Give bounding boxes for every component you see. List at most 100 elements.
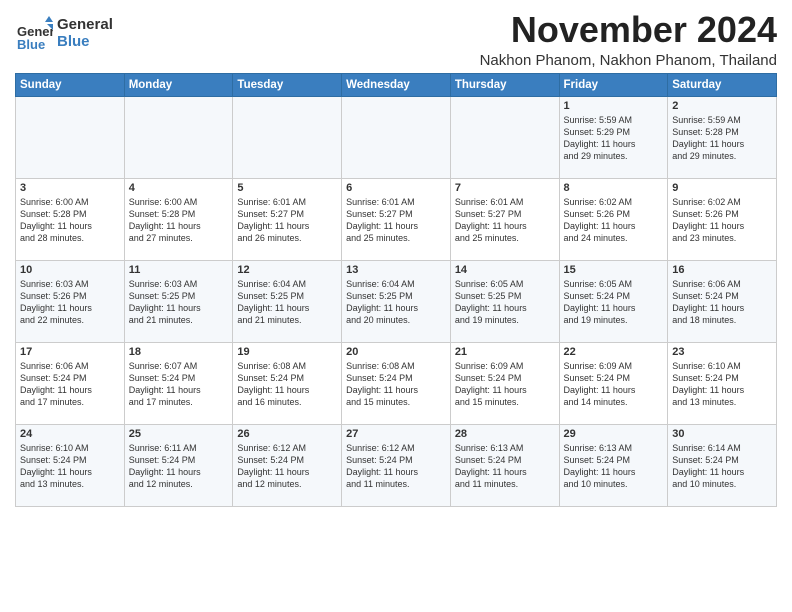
day-info: Sunrise: 6:10 AM Sunset: 5:24 PM Dayligh…: [20, 442, 120, 491]
calendar-cell: 2Sunrise: 5:59 AM Sunset: 5:28 PM Daylig…: [668, 96, 777, 178]
day-info: Sunrise: 6:12 AM Sunset: 5:24 PM Dayligh…: [346, 442, 446, 491]
day-info: Sunrise: 6:01 AM Sunset: 5:27 PM Dayligh…: [237, 196, 337, 245]
calendar-cell: 11 Sunrise: 6:03 AM Sunset: 5:25 PM Dayli…: [124, 260, 233, 342]
col-tuesday: Tuesday: [233, 73, 342, 96]
day-info: Sunrise: 6:02 AM Sunset: 5:26 PM Dayligh…: [564, 196, 664, 245]
day-number: 25: [129, 428, 229, 440]
day-number: 8: [564, 182, 664, 194]
month-title: November 2024: [480, 10, 777, 50]
calendar-cell: 24 Sunrise: 6:10 AM Sunset: 5:24 PM Dayli…: [16, 424, 125, 506]
col-sunday: Sunday: [16, 73, 125, 96]
week-row-1: 3Sunrise: 6:00 AM Sunset: 5:28 PM Daylig…: [16, 178, 777, 260]
calendar-cell: 8 Sunrise: 6:02 AM Sunset: 5:26 PM Daylig…: [559, 178, 668, 260]
day-info: Sunrise: 6:07 AM Sunset: 5:24 PM Dayligh…: [129, 360, 229, 409]
logo: General Blue General Blue: [15, 14, 113, 52]
week-row-0: 1Sunrise: 5:59 AM Sunset: 5:29 PM Daylig…: [16, 96, 777, 178]
calendar-cell: 3Sunrise: 6:00 AM Sunset: 5:28 PM Daylig…: [16, 178, 125, 260]
day-info: Sunrise: 6:08 AM Sunset: 5:24 PM Dayligh…: [346, 360, 446, 409]
day-info: Sunrise: 6:13 AM Sunset: 5:24 PM Dayligh…: [564, 442, 664, 491]
day-number: 30: [672, 428, 772, 440]
calendar-cell: 9 Sunrise: 6:02 AM Sunset: 5:26 PM Daylig…: [668, 178, 777, 260]
day-info: Sunrise: 6:00 AM Sunset: 5:28 PM Dayligh…: [20, 196, 120, 245]
day-info: Sunrise: 6:03 AM Sunset: 5:26 PM Dayligh…: [20, 278, 120, 327]
day-number: 5: [237, 182, 337, 194]
calendar-cell: 22 Sunrise: 6:09 AM Sunset: 5:24 PM Dayli…: [559, 342, 668, 424]
logo-icon: General Blue: [15, 14, 53, 52]
title-block: November 2024 Nakhon Phanom, Nakhon Phan…: [480, 10, 777, 69]
calendar-cell: 12Sunrise: 6:04 AM Sunset: 5:25 PM Dayli…: [233, 260, 342, 342]
day-info: Sunrise: 6:06 AM Sunset: 5:24 PM Dayligh…: [20, 360, 120, 409]
calendar-cell: 28Sunrise: 6:13 AM Sunset: 5:24 PM Dayli…: [450, 424, 559, 506]
day-info: Sunrise: 6:01 AM Sunset: 5:27 PM Dayligh…: [346, 196, 446, 245]
calendar-cell: 5 Sunrise: 6:01 AM Sunset: 5:27 PM Daylig…: [233, 178, 342, 260]
day-info: Sunrise: 6:04 AM Sunset: 5:25 PM Dayligh…: [237, 278, 337, 327]
day-number: 10: [20, 264, 120, 276]
day-number: 29: [564, 428, 664, 440]
day-info: Sunrise: 5:59 AM Sunset: 5:28 PM Dayligh…: [672, 114, 772, 163]
calendar-cell: 19Sunrise: 6:08 AM Sunset: 5:24 PM Dayli…: [233, 342, 342, 424]
day-info: Sunrise: 6:00 AM Sunset: 5:28 PM Dayligh…: [129, 196, 229, 245]
calendar-cell: 7 Sunrise: 6:01 AM Sunset: 5:27 PM Daylig…: [450, 178, 559, 260]
day-number: 27: [346, 428, 446, 440]
day-info: Sunrise: 6:06 AM Sunset: 5:24 PM Dayligh…: [672, 278, 772, 327]
logo-blue: Blue: [57, 33, 113, 50]
calendar-cell: 26 Sunrise: 6:12 AM Sunset: 5:24 PM Dayli…: [233, 424, 342, 506]
week-row-4: 24 Sunrise: 6:10 AM Sunset: 5:24 PM Dayli…: [16, 424, 777, 506]
col-friday: Friday: [559, 73, 668, 96]
day-number: 6: [346, 182, 446, 194]
calendar-cell: 20Sunrise: 6:08 AM Sunset: 5:24 PM Dayli…: [342, 342, 451, 424]
calendar-cell: 17 Sunrise: 6:06 AM Sunset: 5:24 PM Dayli…: [16, 342, 125, 424]
day-number: 14: [455, 264, 555, 276]
day-number: 15: [564, 264, 664, 276]
calendar-cell: 30Sunrise: 6:14 AM Sunset: 5:24 PM Dayli…: [668, 424, 777, 506]
day-info: Sunrise: 6:03 AM Sunset: 5:25 PM Dayligh…: [129, 278, 229, 327]
calendar-cell: 14Sunrise: 6:05 AM Sunset: 5:25 PM Dayli…: [450, 260, 559, 342]
day-info: Sunrise: 6:02 AM Sunset: 5:26 PM Dayligh…: [672, 196, 772, 245]
calendar-cell: [342, 96, 451, 178]
logo-general: General: [57, 16, 113, 33]
day-info: Sunrise: 6:05 AM Sunset: 5:24 PM Dayligh…: [564, 278, 664, 327]
day-number: 17: [20, 346, 120, 358]
header-row: Sunday Monday Tuesday Wednesday Thursday…: [16, 73, 777, 96]
day-number: 23: [672, 346, 772, 358]
calendar-cell: [233, 96, 342, 178]
day-info: Sunrise: 6:12 AM Sunset: 5:24 PM Dayligh…: [237, 442, 337, 491]
calendar-cell: 16Sunrise: 6:06 AM Sunset: 5:24 PM Dayli…: [668, 260, 777, 342]
day-number: 28: [455, 428, 555, 440]
subtitle: Nakhon Phanom, Nakhon Phanom, Thailand: [480, 52, 777, 69]
calendar-cell: 21Sunrise: 6:09 AM Sunset: 5:24 PM Dayli…: [450, 342, 559, 424]
calendar-cell: 10 Sunrise: 6:03 AM Sunset: 5:26 PM Dayli…: [16, 260, 125, 342]
day-info: Sunrise: 6:04 AM Sunset: 5:25 PM Dayligh…: [346, 278, 446, 327]
day-number: 19: [237, 346, 337, 358]
day-info: Sunrise: 6:10 AM Sunset: 5:24 PM Dayligh…: [672, 360, 772, 409]
calendar-cell: 6 Sunrise: 6:01 AM Sunset: 5:27 PM Daylig…: [342, 178, 451, 260]
day-number: 9: [672, 182, 772, 194]
day-info: Sunrise: 6:01 AM Sunset: 5:27 PM Dayligh…: [455, 196, 555, 245]
calendar-cell: 25 Sunrise: 6:11 AM Sunset: 5:24 PM Dayli…: [124, 424, 233, 506]
day-number: 1: [564, 100, 664, 112]
calendar-cell: [16, 96, 125, 178]
calendar-cell: 18Sunrise: 6:07 AM Sunset: 5:24 PM Dayli…: [124, 342, 233, 424]
day-number: 11: [129, 264, 229, 276]
page-container: General Blue General Blue November 2024 …: [0, 0, 792, 512]
col-monday: Monday: [124, 73, 233, 96]
day-info: Sunrise: 6:09 AM Sunset: 5:24 PM Dayligh…: [564, 360, 664, 409]
col-wednesday: Wednesday: [342, 73, 451, 96]
calendar-cell: [124, 96, 233, 178]
calendar-table: Sunday Monday Tuesday Wednesday Thursday…: [15, 73, 777, 507]
day-number: 21: [455, 346, 555, 358]
day-info: Sunrise: 6:11 AM Sunset: 5:24 PM Dayligh…: [129, 442, 229, 491]
header: General Blue General Blue November 2024 …: [15, 10, 777, 69]
calendar-cell: 27 Sunrise: 6:12 AM Sunset: 5:24 PM Dayli…: [342, 424, 451, 506]
calendar-cell: 4Sunrise: 6:00 AM Sunset: 5:28 PM Daylig…: [124, 178, 233, 260]
calendar-cell: [450, 96, 559, 178]
calendar-cell: 13 Sunrise: 6:04 AM Sunset: 5:25 PM Dayli…: [342, 260, 451, 342]
day-number: 13: [346, 264, 446, 276]
day-number: 24: [20, 428, 120, 440]
col-thursday: Thursday: [450, 73, 559, 96]
day-number: 7: [455, 182, 555, 194]
day-number: 26: [237, 428, 337, 440]
calendar-cell: 29 Sunrise: 6:13 AM Sunset: 5:24 PM Dayli…: [559, 424, 668, 506]
week-row-3: 17 Sunrise: 6:06 AM Sunset: 5:24 PM Dayli…: [16, 342, 777, 424]
day-number: 22: [564, 346, 664, 358]
